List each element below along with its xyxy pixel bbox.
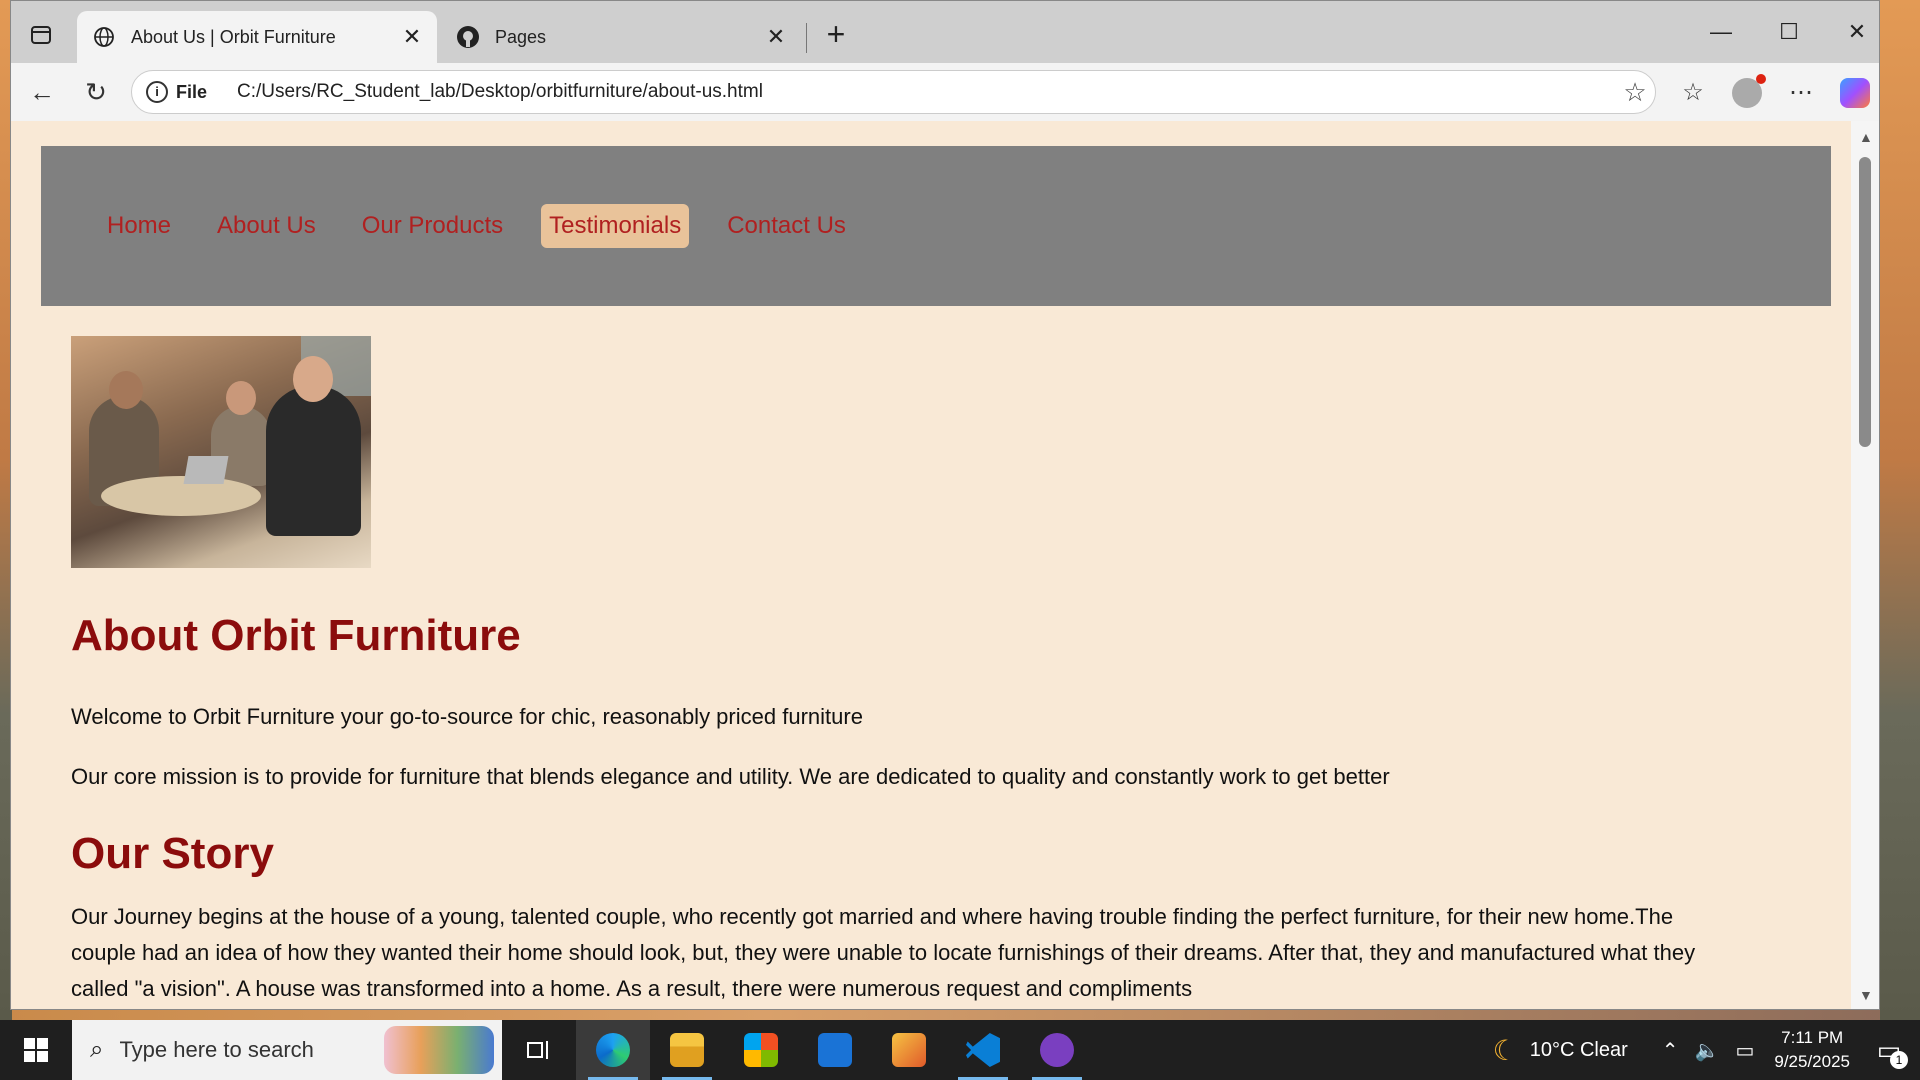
globe-icon <box>91 24 117 50</box>
tab-title: Pages <box>495 26 547 47</box>
github-desktop-icon[interactable] <box>1020 1020 1094 1080</box>
page-viewport: Home About Us Our Products Testimonials … <box>11 121 1851 1009</box>
site-navigation: Home About Us Our Products Testimonials … <box>41 146 1831 306</box>
info-icon[interactable]: i <box>146 81 168 103</box>
nav-testimonials[interactable]: Testimonials <box>541 204 690 248</box>
story-paragraph: Our Journey begins at the house of a you… <box>71 904 1696 1001</box>
tab-about-us[interactable]: About Us | Orbit Furniture ✕ <box>77 11 437 63</box>
nav-home[interactable]: Home <box>99 204 179 248</box>
scroll-thumb[interactable] <box>1859 157 1871 447</box>
close-icon[interactable]: ✕ <box>765 24 787 50</box>
mail-icon[interactable] <box>798 1020 872 1080</box>
network-icon[interactable]: ▭ <box>1735 1038 1754 1063</box>
clock[interactable]: 7:11 PM 9/25/2025 <box>1774 1026 1850 1074</box>
mission-paragraph: Our core mission is to provide for furni… <box>71 764 1390 789</box>
browser-window: About Us | Orbit Furniture ✕ Pages ✕ + —… <box>10 0 1880 1010</box>
file-explorer-icon[interactable] <box>650 1020 724 1080</box>
page-scrollbar[interactable]: ▲ ▼ <box>1851 121 1879 1009</box>
scroll-up-icon[interactable]: ▲ <box>1859 129 1873 145</box>
favorite-star-icon[interactable]: ☆ <box>1615 77 1655 108</box>
refresh-icon[interactable]: ↻ <box>79 75 113 109</box>
profile-avatar[interactable] <box>1729 74 1766 111</box>
edge-icon[interactable] <box>576 1020 650 1080</box>
tab-pages[interactable]: Pages ✕ <box>441 11 801 63</box>
scroll-down-icon[interactable]: ▼ <box>1859 987 1873 1003</box>
taskbar: ⌕ Type here to search ☾ 10°C Clear ⌃ 🔈 ▭… <box>0 1020 1920 1080</box>
new-tab-icon[interactable]: + <box>819 17 853 51</box>
taskbar-search[interactable]: ⌕ Type here to search <box>72 1020 502 1080</box>
nav-contact-us[interactable]: Contact Us <box>719 204 854 248</box>
tab-actions-icon[interactable] <box>27 21 55 49</box>
address-bar-row: ← ↻ i File C:/Users/RC_Student_lab/Deskt… <box>11 63 1879 121</box>
minimize-icon[interactable]: — <box>1701 15 1741 49</box>
file-label: File <box>176 81 208 102</box>
nav-our-products[interactable]: Our Products <box>354 204 511 248</box>
more-icon[interactable]: ⋯ <box>1783 75 1819 111</box>
microsoft-store-icon[interactable] <box>724 1020 798 1080</box>
favorites-icon[interactable]: ☆ <box>1675 75 1711 111</box>
back-icon[interactable]: ← <box>25 75 59 109</box>
window-close-icon[interactable]: ✕ <box>1837 15 1877 49</box>
nav-about-us[interactable]: About Us <box>209 204 324 248</box>
volume-icon[interactable]: 🔈 <box>1695 1038 1720 1063</box>
clock-date: 9/25/2025 <box>1774 1052 1850 1071</box>
vscode-icon[interactable] <box>946 1020 1020 1080</box>
url-text[interactable]: C:/Users/RC_Student_lab/Desktop/orbitfur… <box>237 81 1615 103</box>
notification-icon[interactable]: ▭ 1 <box>1868 1029 1910 1071</box>
task-view-icon[interactable] <box>502 1020 576 1080</box>
weather-text: 10°C Clear <box>1529 1038 1628 1061</box>
github-icon <box>455 24 481 50</box>
chevron-up-icon[interactable]: ⌃ <box>1662 1038 1679 1063</box>
system-tray: ☾ 10°C Clear ⌃ 🔈 ▭ 7:11 PM 9/25/2025 ▭ 1 <box>1493 1020 1920 1080</box>
weather-widget[interactable]: ☾ 10°C Clear <box>1493 1034 1628 1067</box>
snipping-tool-icon[interactable] <box>872 1020 946 1080</box>
desktop-wallpaper-right <box>1880 0 1920 1020</box>
search-placeholder: Type here to search <box>119 1037 314 1062</box>
maximize-icon[interactable]: ☐ <box>1769 15 1809 49</box>
moon-icon: ☾ <box>1492 1034 1518 1066</box>
story-heading: Our Story <box>71 829 274 878</box>
close-icon[interactable]: ✕ <box>401 24 423 50</box>
notification-badge: 1 <box>1890 1051 1908 1069</box>
clock-time: 7:11 PM <box>1781 1028 1844 1047</box>
address-bar[interactable]: i File C:/Users/RC_Student_lab/Desktop/o… <box>131 70 1656 114</box>
start-button[interactable] <box>0 1020 72 1080</box>
tab-title: About Us | Orbit Furniture <box>131 26 336 47</box>
copilot-icon[interactable] <box>1837 75 1873 111</box>
search-icon: ⌕ <box>90 1036 104 1063</box>
about-heading: About Orbit Furniture <box>71 611 521 660</box>
team-photo <box>71 336 371 568</box>
tab-separator <box>806 23 807 53</box>
search-highlight-image <box>384 1026 494 1074</box>
tab-bar: About Us | Orbit Furniture ✕ Pages ✕ + —… <box>11 1 1879 63</box>
intro-paragraph: Welcome to Orbit Furniture your go-to-so… <box>71 704 863 729</box>
windows-icon <box>24 1038 48 1062</box>
